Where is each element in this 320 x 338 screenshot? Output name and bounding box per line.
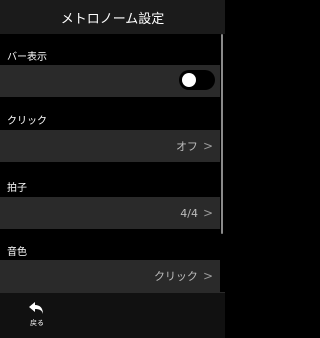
back-label: 戻る: [30, 319, 44, 327]
time-signature-value: 4/4: [180, 206, 198, 220]
chevron-right-icon: >: [202, 206, 213, 220]
settings-header: メトロノーム設定: [0, 0, 225, 34]
section-label-time-signature: 拍子: [7, 183, 27, 194]
toggle-knob: [182, 73, 196, 87]
row-time-signature[interactable]: 4/4 >: [0, 197, 220, 229]
click-value-container: オフ >: [176, 130, 213, 162]
scrollbar[interactable]: [221, 34, 223, 234]
time-signature-value-container: 4/4 >: [180, 197, 213, 229]
click-value: オフ: [175, 140, 198, 153]
back-arrow-icon: [29, 302, 43, 314]
tone-value-container: クリック >: [154, 260, 213, 292]
row-tone[interactable]: クリック >: [0, 260, 220, 292]
section-label-tone: 音色: [7, 247, 27, 258]
back-button[interactable]: 戻る: [20, 301, 54, 335]
bar-display-toggle[interactable]: [179, 70, 215, 90]
chevron-right-icon: >: [202, 269, 213, 283]
section-label-click: クリック: [7, 116, 47, 127]
footer-bar: 戻る: [0, 292, 225, 338]
settings-list: バー表示 クリック オフ > 拍子 4/4 > 音色 クリック >: [0, 34, 225, 292]
row-bar-display[interactable]: [0, 65, 220, 97]
chevron-right-icon: >: [202, 139, 213, 153]
row-click[interactable]: オフ >: [0, 130, 220, 162]
section-label-bar-display: バー表示: [7, 52, 47, 63]
tone-value: クリック: [153, 270, 198, 283]
page-title: メトロノーム設定: [60, 11, 165, 27]
